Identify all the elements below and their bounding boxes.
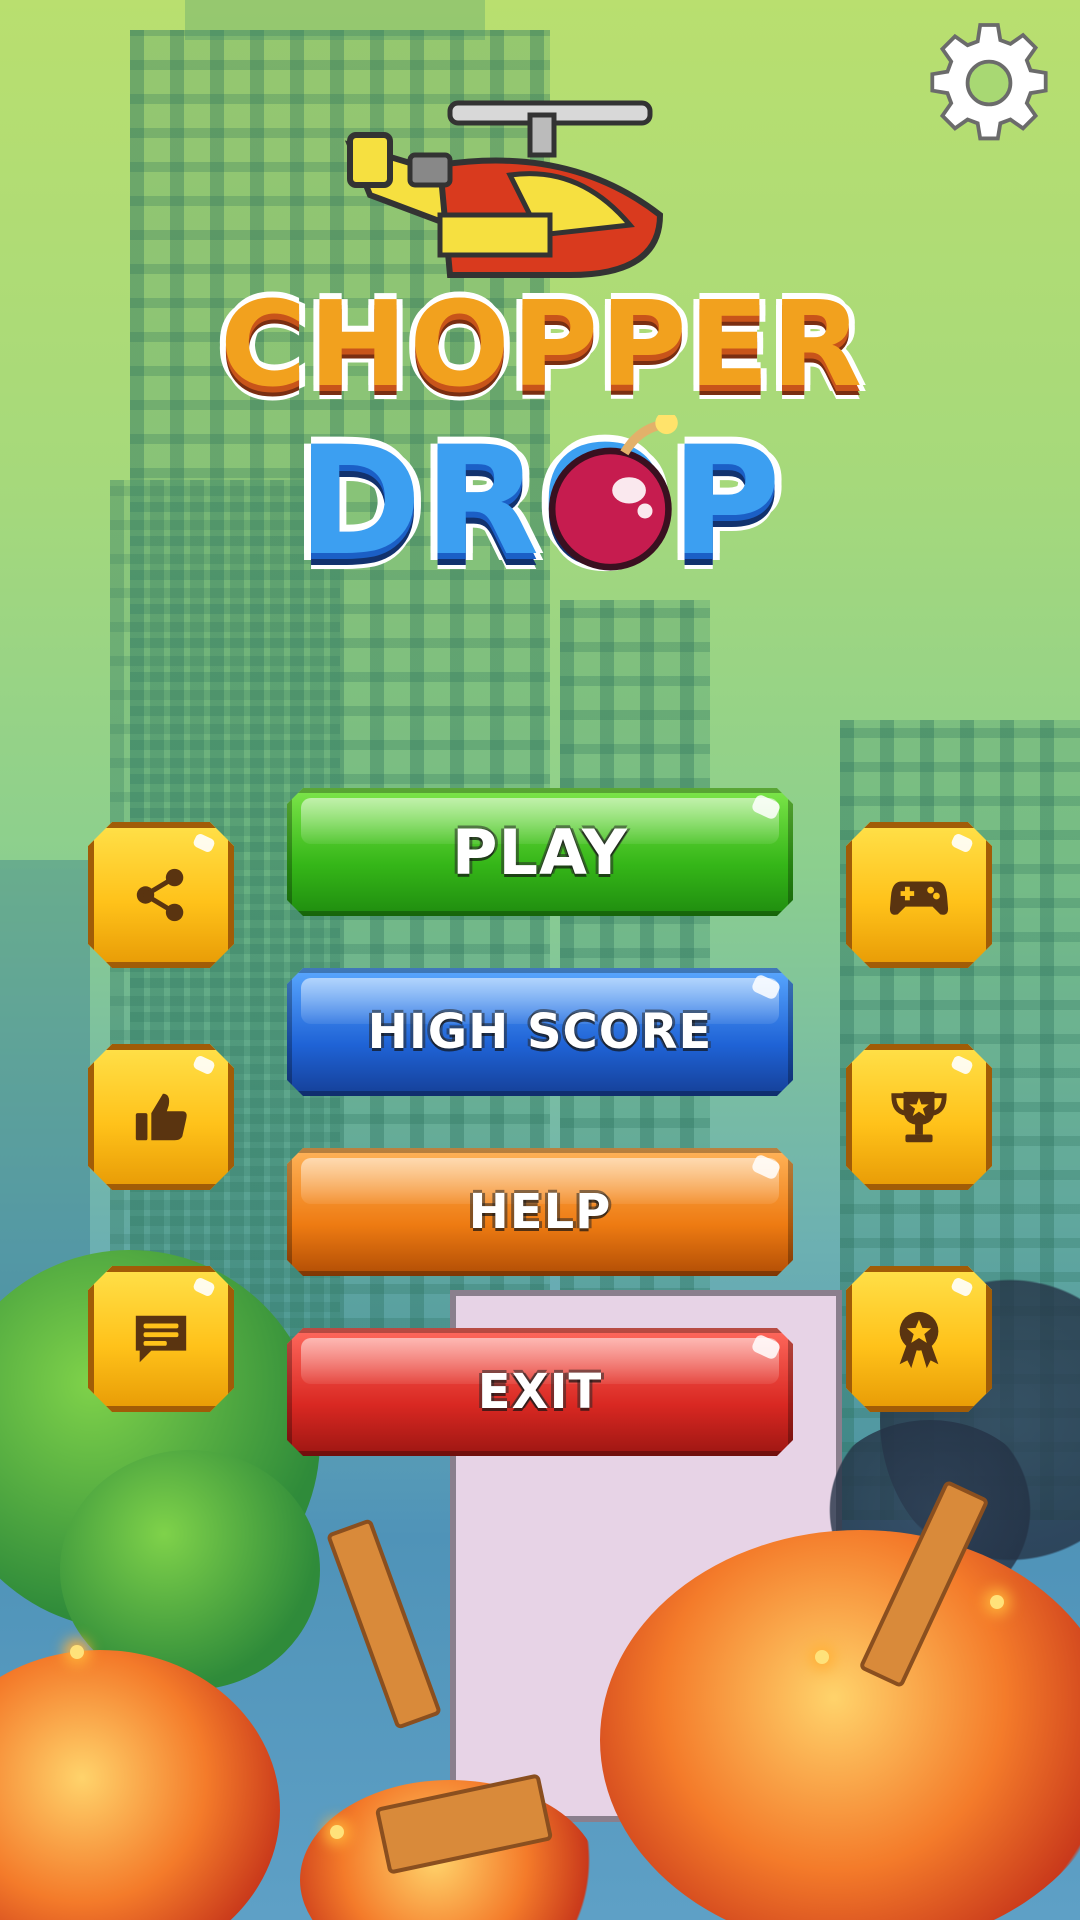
achievements-button[interactable] xyxy=(846,1266,992,1412)
thumbs-up-icon xyxy=(130,1086,192,1148)
chat-icon xyxy=(130,1308,192,1370)
share-button[interactable] xyxy=(88,822,234,968)
gear-icon xyxy=(930,23,1048,141)
bomb-icon xyxy=(548,415,678,571)
share-icon xyxy=(130,864,192,926)
gamepad-icon xyxy=(888,864,950,926)
helicopter-icon xyxy=(344,100,664,278)
like-button[interactable] xyxy=(88,1044,234,1190)
medal-icon xyxy=(888,1308,950,1370)
play-button[interactable]: PLAY xyxy=(287,788,793,916)
help-button[interactable]: HELP xyxy=(287,1148,793,1276)
exit-button[interactable]: EXIT xyxy=(287,1328,793,1456)
settings-gear-button[interactable] xyxy=(926,20,1052,146)
game-logo: CHOPPER DROP xyxy=(220,85,865,645)
logo-title-line1: CHOPPER xyxy=(220,275,865,413)
exit-label: EXIT xyxy=(477,1364,603,1420)
play-label: PLAY xyxy=(452,815,628,889)
leaderboard-button[interactable] xyxy=(846,1044,992,1190)
high-score-button[interactable]: HIGH SCORE xyxy=(287,968,793,1096)
feedback-button[interactable] xyxy=(88,1266,234,1412)
help-label: HELP xyxy=(468,1184,612,1240)
more-games-button[interactable] xyxy=(846,822,992,968)
trophy-icon xyxy=(888,1086,950,1148)
high-score-label: HIGH SCORE xyxy=(367,1004,713,1060)
